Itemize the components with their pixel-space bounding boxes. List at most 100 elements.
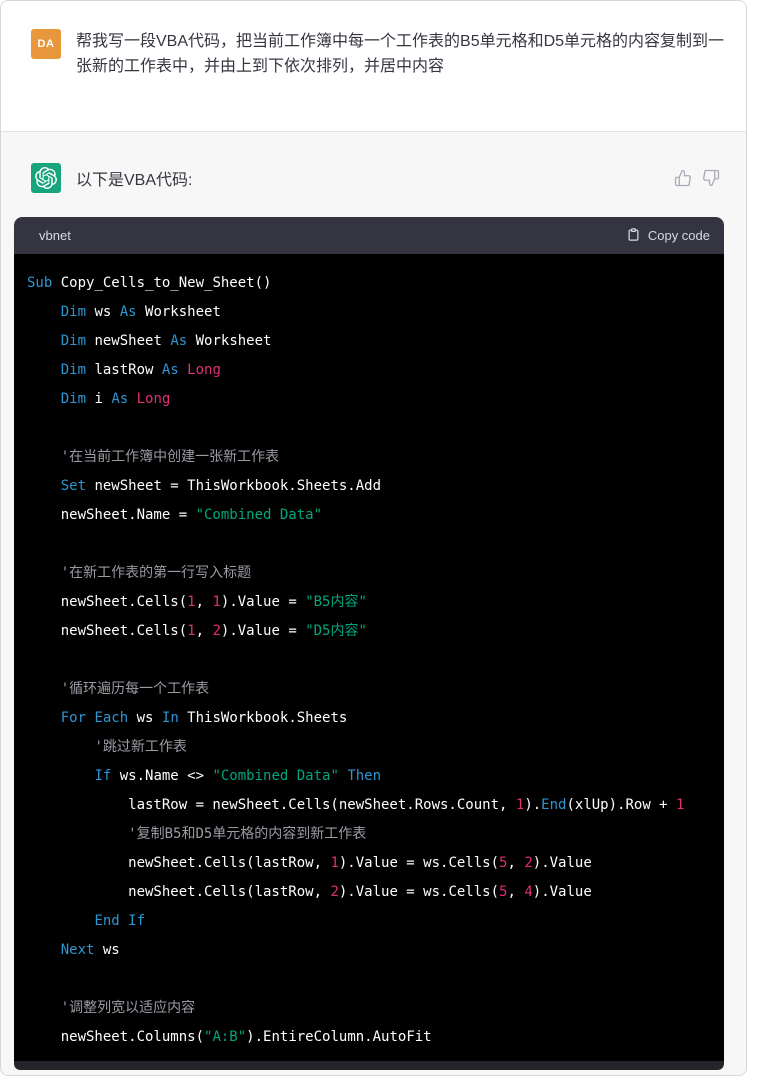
code-token: Dim — [60, 362, 87, 378]
code-token: As — [161, 362, 179, 378]
code-token: 1 — [187, 623, 196, 639]
code-token: '循环遍历每一个工作表 — [60, 681, 210, 697]
code-token: ).Value = ws.Cells( — [338, 855, 500, 871]
code-token: Each — [94, 710, 129, 726]
code-token: For — [60, 710, 87, 726]
code-content: Sub Copy_Cells_to_New_Sheet() Dim ws As … — [14, 254, 724, 1061]
code-token: Set — [60, 478, 87, 494]
code-line: Dim ws As Worksheet — [27, 298, 711, 327]
code-token: ).Value — [532, 884, 592, 900]
code-token: i — [86, 391, 112, 407]
code-line: '跳过新工作表 — [27, 733, 711, 762]
code-token: "D5内容" — [305, 623, 367, 639]
code-token: If — [94, 768, 112, 784]
code-token: (xlUp).Row + — [566, 797, 677, 813]
code-token: 2 — [212, 623, 221, 639]
code-token: newSheet — [86, 333, 171, 349]
code-token: ws — [94, 942, 120, 958]
code-line: newSheet.Cells(lastRow, 2).Value = ws.Ce… — [27, 878, 711, 907]
code-line: '在当前工作簿中创建一张新工作表 — [27, 443, 711, 472]
code-token: ).Value = — [220, 594, 306, 610]
code-token: Sub — [27, 275, 53, 291]
code-horizontal-scrollbar[interactable] — [14, 1061, 724, 1070]
code-token: '在当前工作簿中创建一张新工作表 — [60, 449, 280, 465]
code-token: , — [507, 884, 525, 900]
code-token: newSheet.Cells(lastRow, — [27, 884, 331, 900]
code-line: '循环遍历每一个工作表 — [27, 675, 711, 704]
code-token: lastRow = newSheet.Cells(newSheet.Rows.C… — [27, 797, 516, 813]
thumbs-up-icon[interactable] — [674, 169, 692, 187]
code-line: End If — [27, 907, 711, 936]
code-token: Worksheet — [136, 304, 221, 320]
code-token: 1 — [212, 594, 221, 610]
code-token: Long — [187, 362, 221, 378]
copy-code-button[interactable]: Copy code — [626, 227, 710, 245]
code-token: "Combined Data" — [212, 768, 339, 784]
code-token: 1 — [187, 594, 196, 610]
code-token: "B5内容" — [305, 594, 367, 610]
code-line: Dim lastRow As Long — [27, 356, 711, 385]
code-token: lastRow — [86, 362, 162, 378]
code-line: For Each ws In ThisWorkbook.Sheets — [27, 704, 711, 733]
code-line: '在新工作表的第一行写入标题 — [27, 559, 711, 588]
code-token: If — [128, 913, 146, 929]
code-line: '复制B5和D5单元格的内容到新工作表 — [27, 820, 711, 849]
code-line: newSheet.Cells(lastRow, 1).Value = ws.Ce… — [27, 849, 711, 878]
code-token: newSheet.Name = — [27, 507, 196, 523]
code-token: , — [195, 623, 213, 639]
code-line: Next ws — [27, 936, 711, 965]
code-token: Dim — [60, 304, 87, 320]
code-token: End — [541, 797, 567, 813]
code-token: 4 — [524, 884, 533, 900]
code-token: 2 — [524, 855, 533, 871]
code-token: , — [507, 855, 525, 871]
code-line: If ws.Name <> "Combined Data" Then — [27, 762, 711, 791]
code-token: '复制B5和D5单元格的内容到新工作表 — [128, 826, 367, 842]
code-token: ).Value = — [220, 623, 306, 639]
code-line: Set newSheet = ThisWorkbook.Sheets.Add — [27, 472, 711, 501]
code-token: newSheet.Cells(lastRow, — [27, 855, 331, 871]
code-token: As — [119, 304, 137, 320]
feedback-actions — [674, 169, 720, 187]
code-line: newSheet.Cells(1, 1).Value = "B5内容" — [27, 588, 711, 617]
code-token: ws — [86, 304, 120, 320]
code-token: Next — [60, 942, 95, 958]
code-line: Sub Copy_Cells_to_New_Sheet() — [27, 269, 711, 298]
code-line: '调整列宽以适应内容 — [27, 994, 711, 1023]
code-line: newSheet.Name = "Combined Data" — [27, 501, 711, 530]
code-token: , — [195, 594, 213, 610]
user-avatar: DA — [31, 29, 61, 59]
code-token: ).Value = ws.Cells( — [338, 884, 500, 900]
code-token: ThisWorkbook.Sheets — [178, 710, 348, 726]
code-token: '调整列宽以适应内容 — [60, 1000, 196, 1016]
code-token: newSheet.Cells( — [27, 623, 188, 639]
code-token: In — [161, 710, 179, 726]
code-token: newSheet = ThisWorkbook.Sheets.Add — [86, 478, 382, 494]
code-token: 1 — [676, 797, 685, 813]
code-line: newSheet.Cells(1, 2).Value = "D5内容" — [27, 617, 711, 646]
code-token: Then — [347, 768, 382, 784]
assistant-intro-text: 以下是VBA代码: — [76, 172, 193, 189]
code-token: ws.Name <> — [111, 768, 213, 784]
thumbs-down-icon[interactable] — [702, 169, 720, 187]
code-token: "A:B" — [204, 1029, 247, 1045]
code-token: newSheet.Columns( — [27, 1029, 205, 1045]
